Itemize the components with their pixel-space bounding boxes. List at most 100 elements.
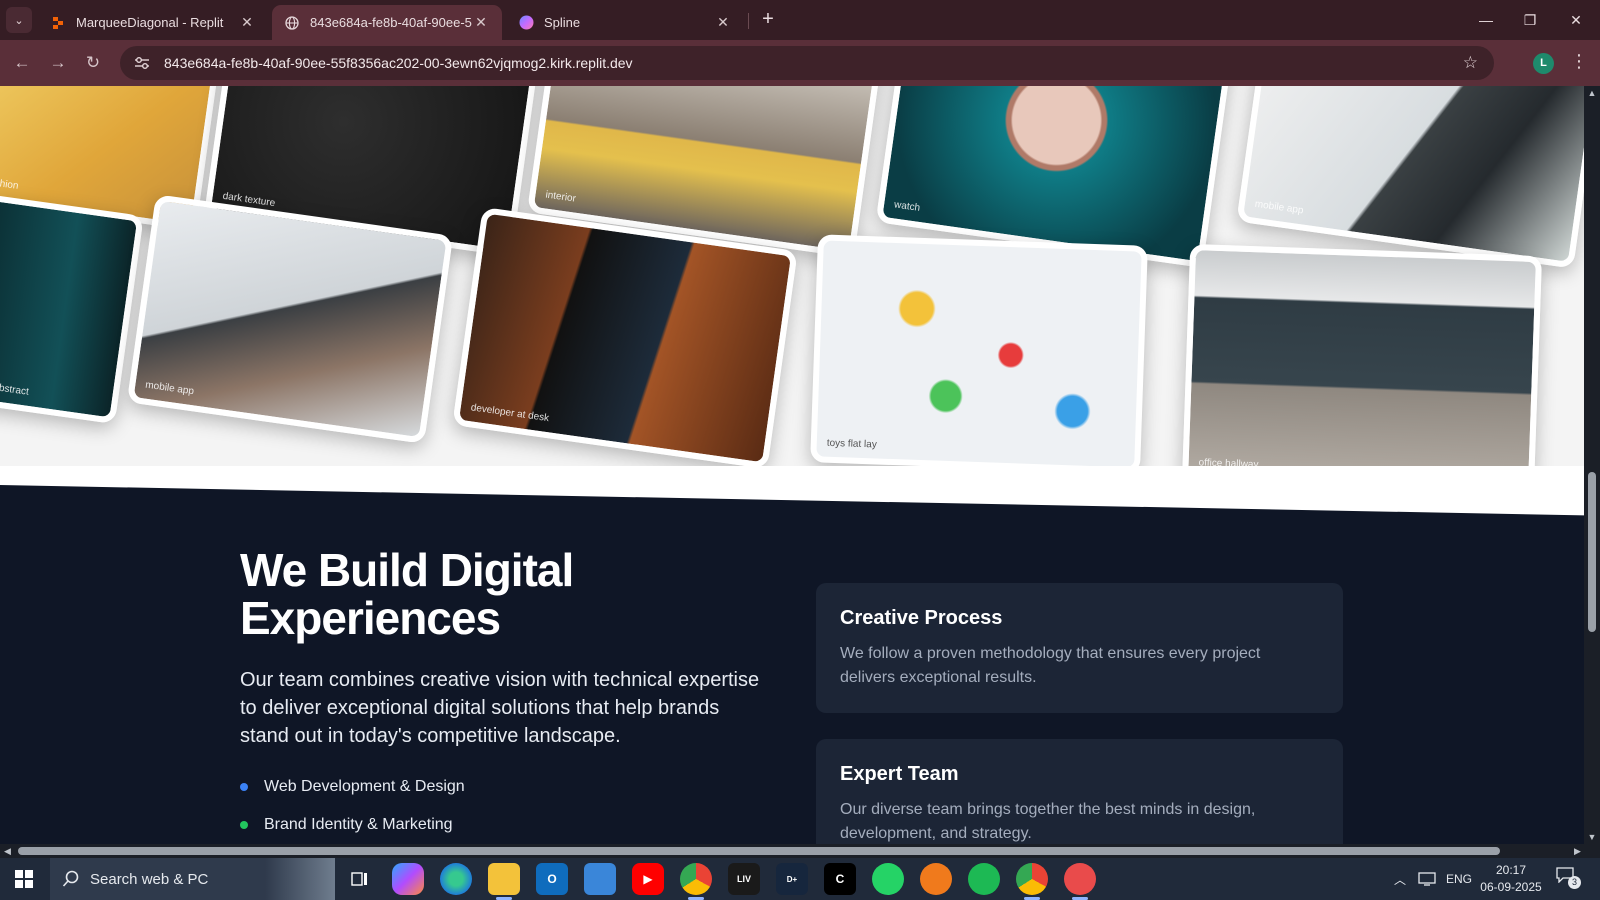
hero-title: We Build Digital Experiences — [240, 544, 574, 644]
clock-date: 06-09-2025 — [1480, 880, 1542, 894]
show-hidden-icons[interactable]: ︿ — [1394, 858, 1406, 900]
globe-icon — [284, 15, 300, 31]
tab-divider — [748, 13, 749, 29]
edge-icon[interactable] — [440, 863, 472, 895]
copilot-icon[interactable] — [392, 863, 424, 895]
task-view-icon[interactable] — [344, 863, 376, 895]
store-icon[interactable] — [584, 863, 616, 895]
file-explorer-icon[interactable] — [488, 863, 520, 900]
arrow-right-icon: → — [49, 53, 67, 72]
restore-icon: ❐ — [1523, 12, 1537, 28]
search-highlight-image — [265, 858, 335, 900]
horizontal-scrollbar[interactable]: ◀ ▶ — [0, 844, 1600, 858]
minimize-button[interactable]: — — [1466, 6, 1506, 34]
close-window-button[interactable]: ✕ — [1556, 6, 1596, 34]
voice-recorder-icon[interactable] — [920, 863, 952, 895]
search-icon — [62, 870, 79, 887]
feature-card-creative-process: Creative Process We follow a proven meth… — [816, 583, 1343, 713]
card-title: Creative Process — [840, 607, 1003, 629]
tab-title: Spline — [544, 15, 581, 30]
language-indicator[interactable]: ENG — [1446, 858, 1472, 900]
capcut-icon[interactable]: C — [824, 863, 856, 895]
sonyliv-icon[interactable]: LIV — [728, 863, 760, 895]
windows-icon — [15, 870, 33, 888]
browser-toolbar: ← → ↻ 843e684a-fe8b-40af-90ee-55f8356ac2… — [0, 40, 1600, 86]
youtube-icon[interactable]: ▶ — [632, 863, 664, 895]
windows-taskbar: Search web & PC O ▶ LIV D+ C ︿ ENG 20:17… — [0, 858, 1600, 900]
card-description: Our diverse team brings together the bes… — [840, 801, 1256, 842]
close-tab-icon[interactable]: ✕ — [714, 14, 732, 31]
chevron-up-icon: ︿ — [1394, 872, 1407, 887]
back-button[interactable]: ← — [9, 50, 35, 76]
tab-title: MarqueeDiagonal - Replit — [76, 15, 224, 30]
url-text: 843e684a-fe8b-40af-90ee-55f8356ac202-00-… — [164, 55, 633, 71]
marquee-tile: toys flat lay — [810, 234, 1148, 474]
marquee-tile: office hallway — [1181, 243, 1543, 486]
outlook-icon[interactable]: O — [536, 863, 568, 895]
feature-card-expert-team: Expert Team Our diverse team brings toge… — [816, 739, 1343, 844]
hotstar-icon[interactable]: D+ — [776, 863, 808, 895]
profile-avatar[interactable]: L — [1533, 53, 1554, 74]
scrollbar-thumb[interactable] — [18, 847, 1500, 855]
service-label: Brand Identity & Marketing — [264, 816, 453, 833]
marquee-tile: developer at desk — [452, 206, 798, 470]
service-list-item: Brand Identity & Marketing — [240, 816, 453, 834]
notification-count-badge: 3 — [1568, 876, 1581, 889]
whatsapp-icon[interactable] — [872, 863, 904, 895]
tab-replit-dev[interactable]: 843e684a-fe8b-40af-90ee-55f8 ✕ — [272, 5, 502, 40]
marquee-tile: mobile app — [126, 194, 454, 444]
vertical-scrollbar[interactable]: ▲ ▼ — [1584, 86, 1600, 844]
scroll-left-icon[interactable]: ◀ — [4, 844, 11, 858]
forward-button[interactable]: → — [45, 50, 71, 76]
scroll-right-icon[interactable]: ▶ — [1574, 844, 1581, 858]
bullet-dot-icon — [240, 821, 248, 829]
address-bar[interactable]: 843e684a-fe8b-40af-90ee-55f8356ac202-00-… — [120, 46, 1494, 80]
page-viewport: fashion dark texture interior watch mobi… — [0, 86, 1584, 844]
tab-title: 843e684a-fe8b-40af-90ee-55f8 — [310, 15, 472, 30]
about-section-bg — [0, 485, 1584, 844]
spline-app-icon[interactable] — [1064, 863, 1096, 900]
tab-marquee-replit[interactable]: MarqueeDiagonal - Replit ✕ — [38, 5, 268, 40]
tab-spline[interactable]: Spline ✕ — [506, 5, 744, 40]
close-icon: ✕ — [1570, 12, 1582, 28]
reload-icon: ↻ — [85, 53, 101, 72]
bookmark-star-icon[interactable]: ☆ — [1463, 53, 1478, 73]
spotify-icon[interactable] — [968, 863, 1000, 895]
clock-time: 20:17 — [1495, 863, 1527, 877]
notification-center-icon[interactable]: 3 — [1556, 867, 1582, 891]
scroll-down-icon[interactable]: ▼ — [1584, 832, 1600, 842]
close-tab-icon[interactable]: ✕ — [472, 14, 490, 31]
reload-button[interactable]: ↻ — [80, 50, 106, 76]
card-title: Expert Team — [840, 763, 959, 785]
taskbar-search[interactable]: Search web & PC — [50, 858, 335, 900]
browser-menu-icon[interactable]: ⋮ — [1570, 51, 1588, 72]
arrow-left-icon: ← — [13, 53, 31, 72]
diagonal-marquee: fashion dark texture interior watch mobi… — [0, 86, 1584, 486]
search-placeholder: Search web & PC — [90, 870, 209, 888]
minimize-icon: — — [1479, 12, 1493, 28]
card-description: We follow a proven methodology that ensu… — [840, 645, 1261, 686]
marquee-tile: mobile app — [1236, 86, 1584, 269]
scrollbar-thumb[interactable] — [1588, 472, 1596, 632]
chevron-down-icon: ⌄ — [14, 14, 24, 27]
replit-icon — [50, 15, 66, 31]
spline-icon — [518, 15, 534, 31]
service-label: Web Development & Design — [264, 778, 465, 795]
chrome-icon[interactable] — [680, 863, 712, 900]
marquee-tile: teal abstract — [0, 193, 144, 425]
bullet-dot-icon — [240, 783, 248, 791]
chrome-profile-icon[interactable] — [1016, 863, 1048, 900]
tab-strip: ⌄ MarqueeDiagonal - Replit ✕ 843e684a-fe… — [0, 0, 1600, 40]
scroll-up-icon[interactable]: ▲ — [1584, 88, 1600, 98]
taskbar-clock[interactable]: 20:17 06-09-2025 — [1478, 862, 1544, 896]
close-tab-icon[interactable]: ✕ — [238, 14, 256, 31]
tab-search-button[interactable]: ⌄ — [6, 7, 32, 33]
service-list-item: Web Development & Design — [240, 778, 465, 796]
restore-button[interactable]: ❐ — [1510, 6, 1550, 34]
network-icon[interactable] — [1418, 858, 1436, 900]
site-info-icon[interactable] — [132, 53, 152, 73]
new-tab-button[interactable]: + — [756, 8, 780, 32]
plus-icon: + — [762, 8, 774, 30]
hero-description: Our team combines creative vision with t… — [240, 669, 760, 747]
start-button[interactable] — [0, 858, 48, 900]
